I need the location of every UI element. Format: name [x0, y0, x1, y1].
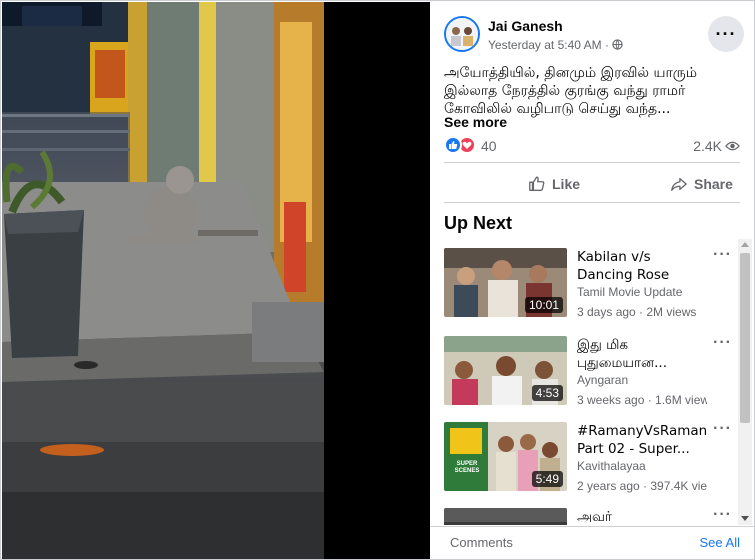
video-duration: 10:01: [524, 297, 563, 313]
view-count-value: 2.4K: [693, 138, 722, 154]
video-title[interactable]: இது மிக புதுமையான...: [577, 336, 707, 372]
video-stats: 2 years ago · 397.4K views: [577, 479, 707, 493]
item-options-button[interactable]: ···: [713, 246, 732, 264]
avatar[interactable]: [444, 16, 480, 52]
see-more-link[interactable]: See more: [444, 114, 507, 130]
view-count: 2.4K: [693, 138, 740, 154]
like-button[interactable]: Like: [528, 169, 580, 199]
video-stats: 3 days ago · 2M views: [577, 305, 697, 319]
video-title[interactable]: #RamanyVsRamany Part 02 - Super...: [577, 422, 707, 458]
video-player[interactable]: [2, 2, 430, 559]
video-duration: 5:49: [531, 471, 563, 487]
video-title[interactable]: அவர்: [577, 508, 707, 525]
share-arrow-icon: [671, 177, 687, 191]
video-stats: 3 weeks ago · 1.6M views: [577, 393, 707, 407]
reactions-bar: 40 2.4K: [444, 135, 740, 155]
post-meta: Yesterday at 5:40 AM ·: [488, 38, 624, 52]
thumbs-up-glyph: [449, 141, 458, 149]
post-options-button[interactable]: ···: [708, 16, 744, 52]
up-next-scrollbar[interactable]: [738, 239, 752, 525]
like-reaction-icon[interactable]: [444, 136, 462, 154]
post-header: Jai Ganesh Yesterday at 5:40 AM · ···: [444, 16, 744, 56]
thumbs-up-icon: [529, 176, 545, 191]
up-next-item[interactable]: 4:53 இது மிக புதுமையான... Ayngaran 3 wee…: [444, 327, 744, 407]
share-button[interactable]: Share: [670, 169, 733, 199]
video-channel[interactable]: Ayngaran: [577, 373, 628, 387]
divider: [444, 202, 740, 203]
up-next-heading: Up Next: [444, 213, 513, 233]
video-duration: 4:53: [531, 385, 563, 401]
scroll-up-arrow-icon[interactable]: [741, 242, 749, 247]
heart-glyph: [462, 141, 472, 149]
scroll-down-arrow-icon[interactable]: [741, 516, 749, 521]
post-timestamp[interactable]: Yesterday at 5:40 AM: [488, 38, 602, 52]
scrollbar-thumb[interactable]: [740, 253, 750, 423]
up-next-item[interactable]: 10:01 Kabilan v/s Dancing Rose Boxing kn…: [444, 239, 744, 319]
video-channel[interactable]: Kavithalayaa: [577, 459, 646, 473]
post-actions: Like Share: [444, 169, 740, 199]
video-still-image: [2, 2, 324, 559]
globe-icon: [612, 39, 624, 50]
video-thumbnail[interactable]: [444, 508, 567, 525]
item-options-button[interactable]: ···: [713, 334, 732, 352]
see-all-link[interactable]: See All: [700, 535, 740, 550]
post-caption: அயோத்தியில், தினமும் இரவில் யாரும் இல்லா…: [444, 65, 698, 117]
avatar-image: [446, 18, 478, 50]
video-title[interactable]: Kabilan v/s Dancing Rose Boxing knou...: [577, 248, 707, 284]
video-viewer-window: Jai Ganesh Yesterday at 5:40 AM · ··· அய…: [0, 0, 755, 560]
meta-separator: ·: [604, 38, 613, 52]
up-next-item[interactable]: அவர் ···: [444, 499, 744, 525]
up-next-list: 10:01 Kabilan v/s Dancing Rose Boxing kn…: [430, 239, 754, 525]
eye-icon: [725, 141, 740, 151]
item-options-button[interactable]: ···: [713, 506, 732, 524]
share-label: Share: [694, 176, 733, 192]
thumbnail-badge: SUPER SCENES: [454, 461, 480, 474]
comments-label[interactable]: Comments: [450, 535, 513, 550]
up-next-item[interactable]: SUPER SCENES 5:49 #RamanyVsRamany Part 0…: [444, 413, 744, 493]
video-thumbnail[interactable]: SUPER SCENES 5:49: [444, 422, 567, 491]
video-channel[interactable]: Tamil Movie Update: [577, 285, 682, 299]
post-side-panel: Jai Ganesh Yesterday at 5:40 AM · ··· அய…: [430, 2, 754, 559]
comments-footer: Comments See All: [430, 526, 754, 559]
video-thumbnail[interactable]: 4:53: [444, 336, 567, 405]
item-options-button[interactable]: ···: [713, 420, 732, 438]
video-thumbnail[interactable]: 10:01: [444, 248, 567, 317]
video-frame[interactable]: [2, 2, 324, 559]
like-label: Like: [552, 176, 581, 192]
post-author-name[interactable]: Jai Ganesh: [488, 18, 563, 34]
thumbnail-image: [444, 508, 567, 525]
reaction-count[interactable]: 40: [481, 138, 497, 154]
divider: [444, 162, 740, 163]
more-horizontal-icon: ···: [715, 23, 737, 44]
